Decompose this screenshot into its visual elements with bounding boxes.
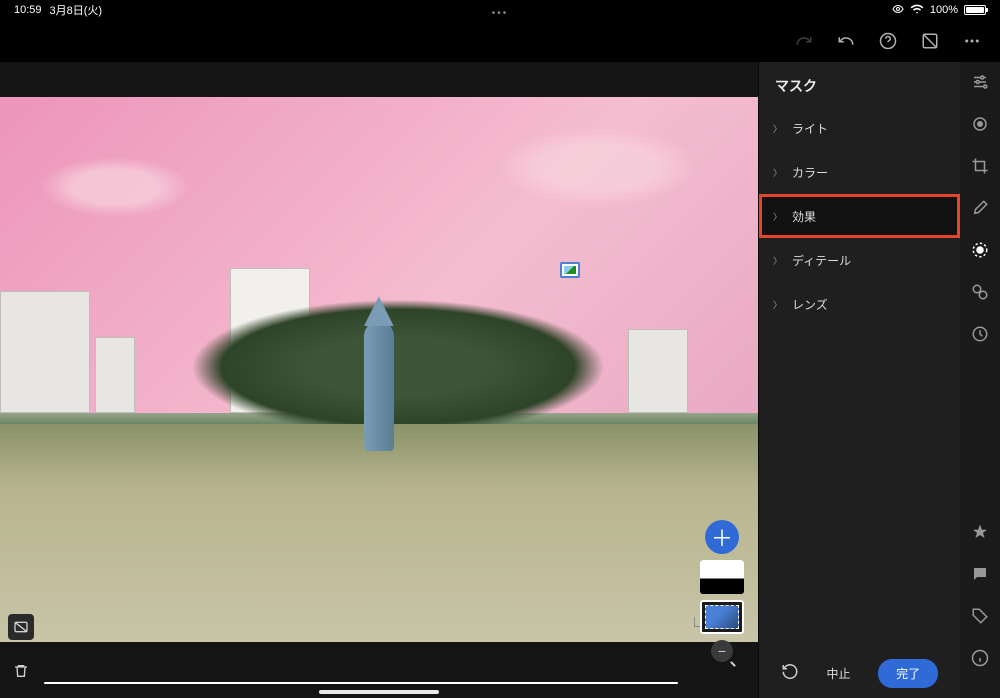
battery-icon	[964, 5, 986, 15]
crop-icon[interactable]	[970, 156, 990, 176]
presets-icon[interactable]	[970, 282, 990, 302]
mask-thumb-2-active[interactable]	[700, 600, 744, 634]
panel-item-lens[interactable]: 〉レンズ	[759, 282, 960, 326]
info-icon[interactable]	[970, 648, 990, 668]
chevron-right-icon: 〉	[773, 298, 782, 311]
panel-item-label: ディテール	[792, 252, 851, 269]
undo-icon[interactable]	[836, 31, 856, 51]
star-icon[interactable]	[970, 522, 990, 542]
add-mask-button[interactable]: ＋	[705, 520, 739, 554]
status-time: 10:59	[14, 4, 42, 16]
edit-panel: マスク 〉ライト 〉カラー 〉効果 〉ディテール 〉レンズ 中止 完了	[758, 62, 960, 698]
reset-icon[interactable]	[781, 662, 799, 685]
preview-toggle-icon[interactable]	[920, 31, 940, 51]
battery-percent: 100%	[930, 4, 958, 16]
timeline-slider[interactable]	[44, 682, 678, 684]
multitasking-dots[interactable]: •••	[492, 8, 509, 19]
versions-icon[interactable]	[970, 324, 990, 344]
panel-item-detail[interactable]: 〉ディテール	[759, 238, 960, 282]
cancel-button[interactable]: 中止	[826, 665, 850, 682]
privacy-icon	[892, 3, 904, 18]
chevron-right-icon: 〉	[773, 210, 782, 223]
mask-thumb-1[interactable]	[700, 560, 744, 594]
more-icon[interactable]	[962, 31, 982, 51]
subtract-mask-icon[interactable]: −	[711, 640, 733, 662]
delete-button[interactable]	[8, 658, 34, 684]
wifi-icon	[910, 2, 924, 19]
tool-rail	[960, 62, 1000, 698]
status-date: 3月8日(火)	[50, 2, 103, 18]
chevron-right-icon: 〉	[773, 122, 782, 135]
mask-icon[interactable]	[970, 240, 990, 260]
panel-item-label: ライト	[792, 120, 828, 137]
home-indicator[interactable]	[319, 690, 439, 694]
panel-item-effects[interactable]: 〉効果	[759, 194, 960, 238]
compare-button[interactable]	[8, 614, 34, 640]
help-icon[interactable]	[878, 31, 898, 51]
top-toolbar	[0, 20, 1000, 62]
chevron-right-icon: 〉	[773, 166, 782, 179]
panel-item-light[interactable]: 〉ライト	[759, 106, 960, 150]
adjust-icon[interactable]	[970, 72, 990, 92]
heal-icon[interactable]	[970, 114, 990, 134]
redo-icon[interactable]	[794, 31, 814, 51]
panel-item-label: 効果	[792, 208, 816, 225]
panel-item-label: レンズ	[792, 296, 828, 313]
panel-item-color[interactable]: 〉カラー	[759, 150, 960, 194]
sky-mask-marker[interactable]	[560, 262, 580, 278]
photo-preview	[0, 97, 758, 642]
panel-title: マスク	[759, 62, 960, 106]
brush-icon[interactable]	[970, 198, 990, 218]
tag-icon[interactable]	[970, 606, 990, 626]
comment-icon[interactable]	[970, 564, 990, 584]
panel-item-label: カラー	[792, 164, 828, 181]
chevron-right-icon: 〉	[773, 254, 782, 267]
done-button[interactable]: 完了	[878, 659, 938, 688]
canvas-area[interactable]: ＋ −	[0, 62, 758, 698]
